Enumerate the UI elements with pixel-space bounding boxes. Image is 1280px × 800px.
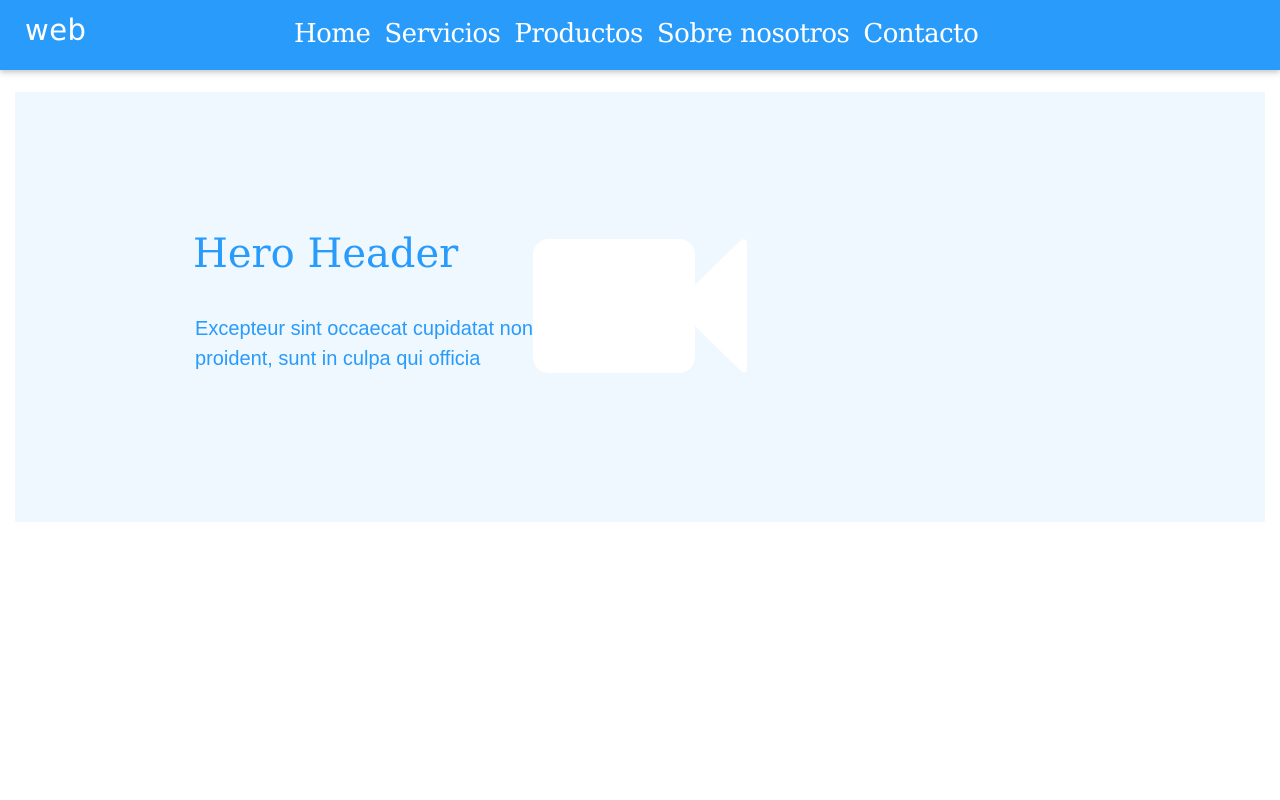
nav-link-home[interactable]: Home: [294, 19, 371, 49]
top-navbar: web Home Servicios Productos Sobre nosot…: [0, 0, 1280, 70]
nav-item-home: Home: [294, 16, 371, 52]
hero-title: Hero Header: [193, 231, 459, 277]
brand-logo[interactable]: web: [25, 12, 86, 48]
nav-link-contacto[interactable]: Contacto: [863, 19, 978, 49]
nav-link-sobre-nosotros[interactable]: Sobre nosotros: [657, 19, 850, 49]
video-camera-icon: [533, 239, 747, 373]
nav-menu: Home Servicios Productos Sobre nosotros …: [294, 16, 979, 52]
nav-item-productos: Productos: [514, 16, 643, 52]
hero-section: Hero Header Excepteur sint occaecat cupi…: [15, 92, 1265, 522]
hero-text: Excepteur sint occaecat cupidatat non pr…: [195, 318, 533, 370]
nav-item-servicios: Servicios: [384, 16, 501, 52]
nav-link-productos[interactable]: Productos: [514, 19, 643, 49]
nav-item-sobre-nosotros: Sobre nosotros: [657, 16, 850, 52]
nav-item-contacto: Contacto: [863, 16, 978, 52]
nav-link-servicios[interactable]: Servicios: [384, 19, 501, 49]
